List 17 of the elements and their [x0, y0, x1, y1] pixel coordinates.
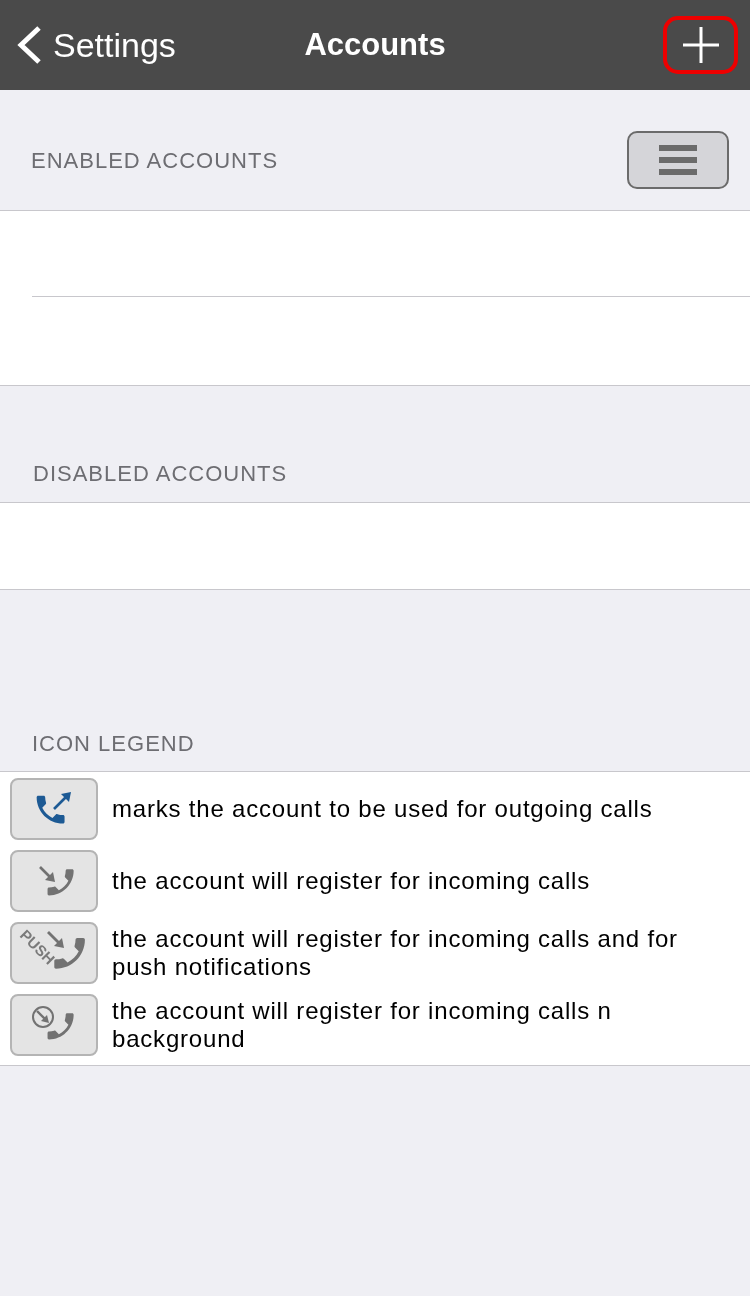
- section-header: ENABLED ACCOUNTS: [31, 147, 279, 175]
- background-incoming-call-icon: [10, 994, 98, 1056]
- menu-icon: [659, 145, 697, 175]
- legend-description: marks the account to be used for outgoing calls: [112, 795, 654, 823]
- add-button[interactable]: [663, 16, 738, 74]
- page-title: Accounts: [304, 26, 446, 64]
- outgoing-call-icon: [10, 778, 98, 840]
- menu-button[interactable]: [627, 131, 729, 189]
- legend-description: the account will register for incoming calls n background: [112, 997, 613, 1053]
- plus-icon: [682, 27, 719, 63]
- back-button[interactable]: Settings: [0, 25, 176, 65]
- incoming-call-icon: [10, 850, 98, 912]
- section-header: DISABLED ACCOUNTS: [33, 460, 288, 488]
- legend-description: the account will register for incoming calls: [112, 867, 592, 895]
- section-header: ICON LEGEND: [32, 730, 195, 758]
- back-chevron-icon: [15, 25, 43, 65]
- legend-description: the account will register for incoming calls and for push notifications: [112, 925, 679, 981]
